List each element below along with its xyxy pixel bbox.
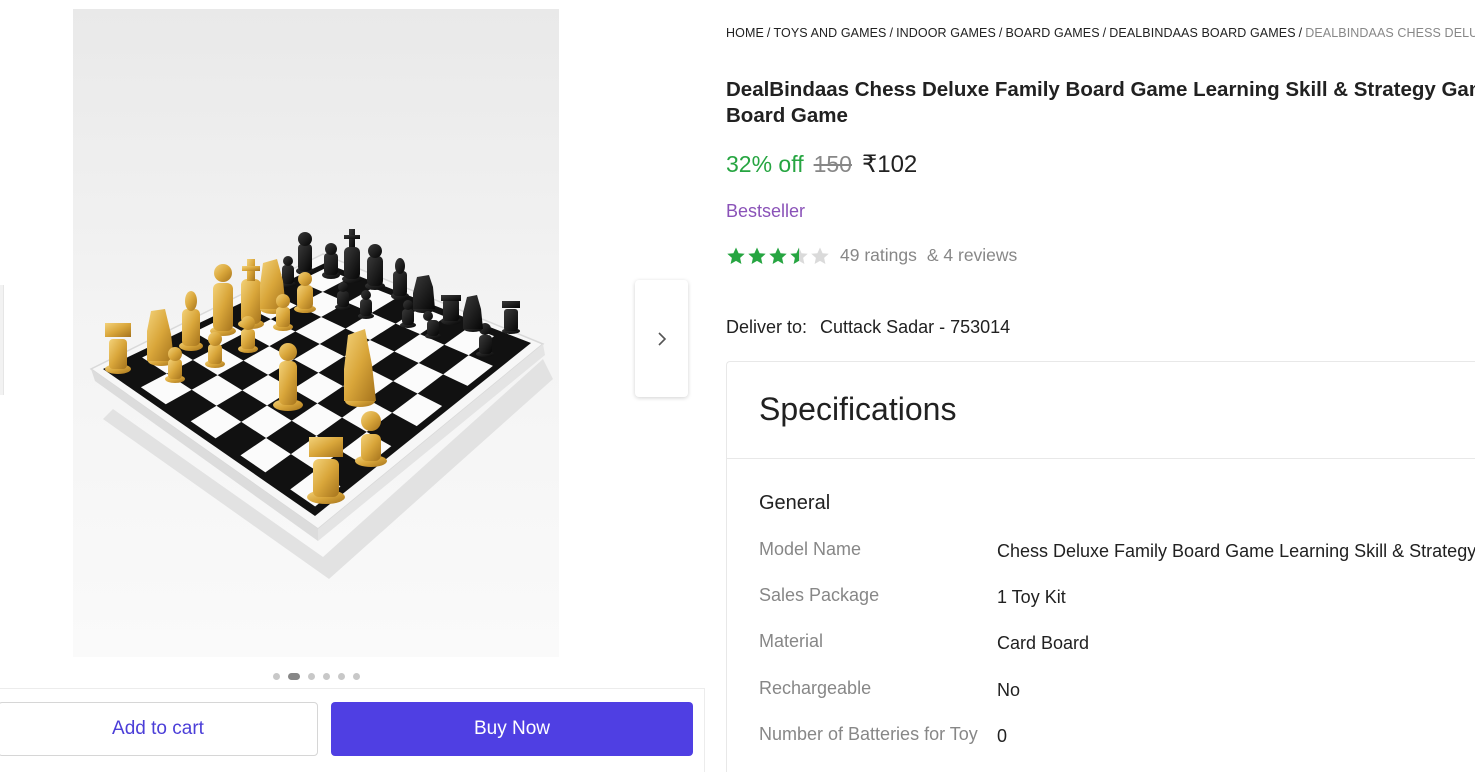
breadcrumb-item[interactable]: TOYS AND GAMES [773, 26, 886, 40]
pagination-dot[interactable] [353, 673, 360, 680]
bestseller-badge: Bestseller [726, 201, 806, 221]
breadcrumb-item: DEALBINDAAS CHESS DELUXE FAMILY BOARD GA… [1305, 26, 1475, 40]
purchase-action-bar: Add to cart Buy Now [0, 688, 705, 772]
spec-value: 0 [997, 726, 1008, 746]
discount-label: 32% off [726, 151, 804, 177]
pagination-dot[interactable] [273, 673, 280, 680]
breadcrumb-item[interactable]: INDOOR GAMES [896, 26, 996, 40]
divider [727, 458, 1475, 459]
next-image-button[interactable] [635, 280, 688, 397]
breadcrumb-item[interactable]: HOME [726, 26, 764, 40]
spec-key: Model Name [759, 539, 862, 559]
star-icon [769, 247, 787, 264]
deliver-location-value: Cuttack Sadar - 753014 [820, 317, 1011, 337]
reviews-count: & 4 reviews [926, 245, 1018, 265]
price-row: 32% off 150 ₹102 [726, 150, 917, 179]
spec-value: Card Board [997, 633, 1090, 653]
spec-key: Sales Package [759, 585, 880, 605]
pagination-dot[interactable] [338, 673, 345, 680]
product-title-line2: Board Game [726, 104, 848, 127]
pagination-dot[interactable] [323, 673, 330, 680]
delivery-location[interactable]: Deliver to: Cuttack Sadar - 753014 [726, 317, 1010, 338]
spec-group-title: General [759, 492, 831, 514]
buy-now-button[interactable]: Buy Now [331, 702, 693, 756]
breadcrumb-separator: / [1102, 26, 1107, 40]
star-icon [811, 247, 829, 264]
star-rating [726, 246, 830, 266]
breadcrumb-separator: / [998, 26, 1003, 40]
chevron-right-icon [657, 331, 666, 346]
product-image[interactable] [73, 9, 559, 657]
breadcrumb-separator: / [1298, 26, 1303, 40]
image-pagination-dots [273, 673, 360, 680]
spec-value: Chess Deluxe Family Board Game Learning … [997, 541, 1475, 561]
ratings-count: 49 ratings [840, 245, 917, 265]
chess-board-illustration [89, 229, 553, 579]
specifications-card: Specifications General Model Name Chess D… [726, 361, 1475, 772]
breadcrumb-separator: / [766, 26, 771, 40]
star-icon [727, 247, 745, 264]
product-title: DealBindaas Chess Deluxe Family Board Ga… [726, 77, 1475, 129]
rating-row[interactable]: 49 ratings & 4 reviews [726, 245, 1017, 266]
add-to-cart-button[interactable]: Add to cart [0, 702, 318, 756]
spec-key: Material [759, 631, 824, 651]
breadcrumb-item[interactable]: BOARD GAMES [1005, 26, 1099, 40]
original-price: 150 [813, 151, 852, 177]
breadcrumb: HOME / TOYS AND GAMES / INDOOR GAMES / BOARD G… [726, 26, 1475, 40]
spec-key: Number of Batteries for Toy [759, 724, 978, 744]
selling-price: ₹102 [861, 151, 918, 178]
pagination-dot[interactable] [288, 673, 300, 680]
spec-value: 1 Toy Kit [997, 587, 1066, 607]
spec-key: Rechargeable [759, 678, 872, 698]
deliver-label: Deliver to: [726, 317, 808, 337]
breadcrumb-item[interactable]: DEALBINDAAS BOARD GAMES [1109, 26, 1295, 40]
spec-value: No [997, 680, 1021, 700]
star-icon [748, 247, 766, 264]
product-title-line1: DealBindaas Chess Deluxe Family Board Ga… [726, 78, 1475, 101]
specifications-title: Specifications [759, 391, 957, 427]
previous-thumbnail-edge [0, 285, 4, 395]
star-icon [790, 247, 808, 264]
pagination-dot[interactable] [308, 673, 315, 680]
breadcrumb-separator: / [889, 26, 894, 40]
